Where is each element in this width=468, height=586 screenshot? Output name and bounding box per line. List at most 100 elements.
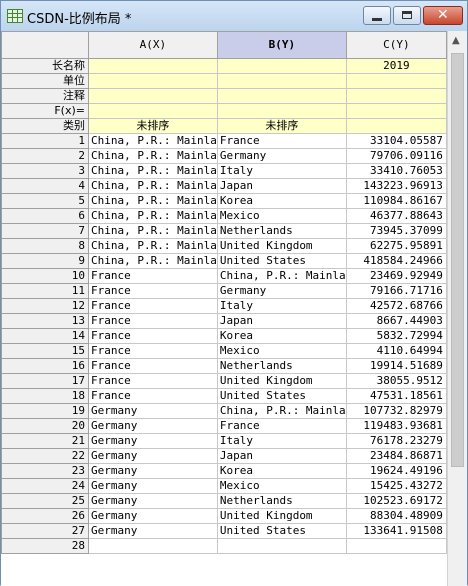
cell-c[interactable]: 418584.24966 (345, 253, 447, 269)
cell-a[interactable]: China, P.R.: Mainla (88, 133, 218, 149)
cell-b[interactable]: United States (216, 523, 347, 539)
cell-a[interactable]: Germany (88, 508, 218, 524)
row-number[interactable]: 13 (1, 313, 89, 329)
row-number[interactable]: 15 (1, 343, 89, 359)
close-button[interactable]: ✕ (423, 6, 463, 25)
row-number[interactable]: 4 (1, 178, 89, 194)
cell-c[interactable]: 33104.05587 (345, 133, 447, 149)
row-number[interactable]: 8 (1, 238, 89, 254)
cell-a[interactable]: China, P.R.: Mainla (88, 148, 218, 164)
cell-a[interactable]: France (88, 358, 218, 374)
meta-cell-c[interactable]: 2019 (345, 58, 447, 74)
cell-a[interactable]: France (88, 373, 218, 389)
cell-c[interactable]: 23484.86871 (345, 448, 447, 464)
meta-cell-a[interactable]: 未排序 (88, 118, 218, 134)
cell-a[interactable]: Germany (88, 433, 218, 449)
cell-c[interactable]: 23469.92949 (345, 268, 447, 284)
cell-c[interactable]: 46377.88643 (345, 208, 447, 224)
cell-b[interactable]: Netherlands (216, 358, 347, 374)
row-number[interactable]: 23 (1, 463, 89, 479)
cell-c[interactable]: 79706.09116 (345, 148, 447, 164)
row-number[interactable]: 1 (1, 133, 89, 149)
cell-a[interactable]: China, P.R.: Mainla (88, 253, 218, 269)
row-number[interactable]: 17 (1, 373, 89, 389)
cell-b[interactable]: United Kingdom (216, 373, 347, 389)
worksheet-grid[interactable]: A(X) B(Y) C(Y) 长名称 2019 单位 注释 F(x)= 类别 未排序 未排序 … (1, 31, 447, 586)
row-number[interactable]: 7 (1, 223, 89, 239)
cell-a[interactable]: Germany (88, 403, 218, 419)
cell-b[interactable]: United Kingdom (216, 508, 347, 524)
cell-a[interactable]: Germany (88, 448, 218, 464)
cell-c[interactable]: 88304.48909 (345, 508, 447, 524)
row-number[interactable]: 9 (1, 253, 89, 269)
cell-a[interactable]: France (88, 388, 218, 404)
row-number[interactable]: 5 (1, 193, 89, 209)
cell-b[interactable]: Germany (216, 148, 347, 164)
cell-a[interactable]: Germany (88, 418, 218, 434)
meta-cell-b[interactable] (216, 88, 347, 104)
cell-a[interactable]: France (88, 298, 218, 314)
meta-cell-b[interactable] (216, 73, 347, 89)
meta-cell-c[interactable] (345, 88, 447, 104)
meta-cell-b[interactable] (216, 103, 347, 119)
cell-b[interactable]: Japan (216, 178, 347, 194)
cell-c[interactable] (345, 538, 447, 554)
cell-b[interactable]: Korea (216, 193, 347, 209)
cell-b[interactable]: United States (216, 253, 347, 269)
maximize-button[interactable] (393, 6, 421, 25)
cell-c[interactable]: 110984.86167 (345, 193, 447, 209)
meta-cell-a[interactable] (88, 88, 218, 104)
cell-a[interactable]: France (88, 283, 218, 299)
meta-cell-a[interactable] (88, 58, 218, 74)
cell-c[interactable]: 19914.51689 (345, 358, 447, 374)
cell-c[interactable]: 38055.9512 (345, 373, 447, 389)
cell-c[interactable]: 119483.93681 (345, 418, 447, 434)
meta-cell-a[interactable] (88, 103, 218, 119)
cell-b[interactable]: United States (216, 388, 347, 404)
minimize-button[interactable] (363, 6, 391, 25)
cell-b[interactable]: Japan (216, 313, 347, 329)
scrollbar-thumb[interactable] (451, 53, 464, 467)
row-number[interactable]: 20 (1, 418, 89, 434)
cell-c[interactable]: 8667.44903 (345, 313, 447, 329)
cell-a[interactable]: France (88, 343, 218, 359)
cell-a[interactable]: Germany (88, 463, 218, 479)
meta-cell-c[interactable] (345, 118, 447, 134)
cell-b[interactable]: Korea (216, 328, 347, 344)
cell-b[interactable]: Germany (216, 283, 347, 299)
corner-cell[interactable] (1, 31, 89, 59)
row-number[interactable]: 12 (1, 298, 89, 314)
cell-b[interactable]: Mexico (216, 478, 347, 494)
meta-cell-b[interactable] (216, 58, 347, 74)
cell-b[interactable]: France (216, 418, 347, 434)
meta-cell-c[interactable] (345, 103, 447, 119)
row-number[interactable]: 19 (1, 403, 89, 419)
row-number[interactable]: 25 (1, 493, 89, 509)
cell-c[interactable]: 143223.96913 (345, 178, 447, 194)
meta-row-label[interactable]: 类别 (1, 118, 89, 134)
row-number[interactable]: 21 (1, 433, 89, 449)
cell-c[interactable]: 133641.91508 (345, 523, 447, 539)
title-bar[interactable]: CSDN-比例布局 * ✕ (1, 1, 467, 31)
cell-b[interactable]: Netherlands (216, 223, 347, 239)
cell-a[interactable]: Germany (88, 478, 218, 494)
row-number[interactable]: 18 (1, 388, 89, 404)
column-header-a[interactable]: A(X) (88, 31, 218, 59)
cell-c[interactable]: 107732.82979 (345, 403, 447, 419)
cell-c[interactable]: 102523.69172 (345, 493, 447, 509)
cell-a[interactable]: France (88, 268, 218, 284)
cell-b[interactable]: Japan (216, 448, 347, 464)
cell-b[interactable]: France (216, 133, 347, 149)
cell-c[interactable]: 62275.95891 (345, 238, 447, 254)
cell-a[interactable]: France (88, 328, 218, 344)
chevron-up-icon[interactable]: ▲ (452, 35, 460, 46)
cell-a[interactable]: China, P.R.: Mainla (88, 208, 218, 224)
cell-a[interactable]: China, P.R.: Mainla (88, 223, 218, 239)
cell-b[interactable]: Korea (216, 463, 347, 479)
meta-cell-b[interactable]: 未排序 (216, 118, 347, 134)
cell-b[interactable]: Mexico (216, 343, 347, 359)
cell-c[interactable]: 79166.71716 (345, 283, 447, 299)
cell-c[interactable]: 19624.49196 (345, 463, 447, 479)
row-number[interactable]: 27 (1, 523, 89, 539)
vertical-scrollbar[interactable]: ▲ (447, 31, 467, 586)
